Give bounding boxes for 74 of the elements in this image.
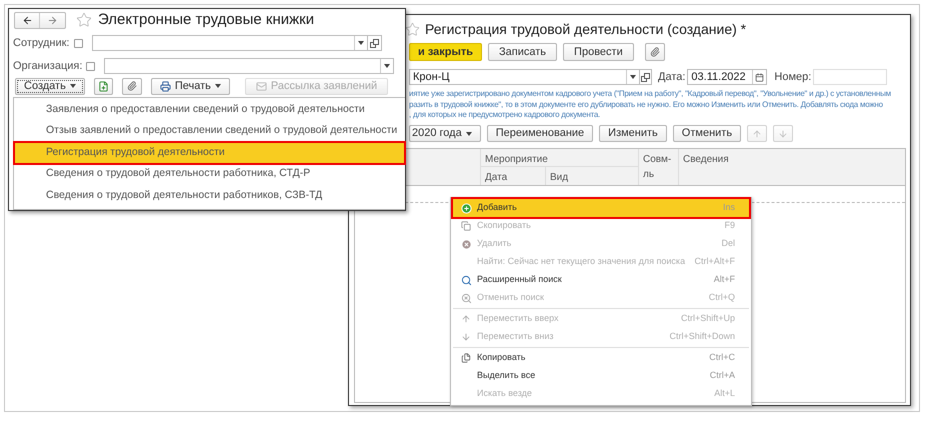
filter-label: Сотрудник: [13,36,70,51]
back-icon [22,14,32,26]
filter-field[interactable] [92,35,368,51]
caret-icon [214,84,221,88]
add-document-icon [98,80,109,92]
toolbar-button[interactable]: Провести [563,43,634,61]
menu-item[interactable]: Отзыв заявлений о предоставлении сведений о трудовой деятельности [14,120,405,142]
envelope-icon [256,80,267,92]
copy-icon [461,221,471,231]
copy-icon [461,353,471,363]
star-icon[interactable] [76,12,92,28]
add-document-button[interactable] [94,78,113,94]
open-icon [641,72,650,82]
menu-item[interactable]: Сведения о трудовой деятельности работников, СЗВ-ТД [14,185,405,206]
caret-icon [70,84,76,88]
add-icon [461,202,472,214]
print-button[interactable]: Печать [150,78,230,94]
table-button[interactable]: Переименование [486,125,594,142]
attach-button[interactable] [122,78,142,94]
caret-icon [358,41,364,45]
date-label: Дата: [658,70,686,85]
attach-button[interactable] [644,43,665,61]
table-button[interactable]: Изменить [599,125,667,142]
cancel-search-icon [461,292,472,304]
star-icon[interactable] [405,22,420,36]
menu-item[interactable]: Добавить Ins [453,199,749,217]
menu-item[interactable]: Расширенный поиск Alt+F [453,271,749,289]
save-close-button[interactable]: и закрыть [409,43,482,61]
organization-value: Крон-Ц [412,70,451,85]
menu-item[interactable]: Выделить все Ctrl+A [453,367,749,385]
arrow-up-icon [752,128,762,138]
paperclip-icon [650,47,660,57]
info-text: иятие уже зарегистрировано документом кадрового учета ("Прием на работу", "Кадровый перевод", "Увольнение" и др.) с установленным [409,89,891,100]
printer-icon [160,80,171,92]
open-button[interactable] [640,69,652,85]
table-button[interactable]: Отменить [672,125,742,142]
organization-field[interactable]: Крон-Ц [409,69,640,85]
open-icon [370,38,378,48]
menu-item[interactable]: Заявления о предоставлении сведений о трудовой деятельности [14,99,405,120]
arrow-down-icon [461,332,471,342]
info-text: разить в трудовой книжке", то в этом документе его дублировать не нужно. Его можно Изменить или Отменить. Добавлять сюда можно [409,100,883,110]
column-header: Мероприятие [481,148,638,166]
period-dropdown[interactable]: 2020 года [409,125,481,142]
menu-item[interactable]: Сведения о трудовой деятельности работника, СТД-Р [14,164,405,185]
delete-icon [461,238,472,250]
filter-checkbox[interactable] [86,62,96,70]
paperclip-icon [126,81,137,91]
caret-icon [466,132,472,136]
window-title: Электронные трудовые книжки [98,10,314,30]
menu-item[interactable]: Копировать Ctrl+C [453,349,749,367]
number-field[interactable] [813,69,888,85]
menu-item[interactable]: Регистрация трудовой деятельности [14,142,405,164]
calendar-icon [755,72,764,82]
window-title: Регистрация трудовой деятельности (создание) * [425,20,746,39]
create-button[interactable]: Создать [15,78,85,94]
column-header: Дата [481,166,546,184]
date-value: 03.11.2022 [690,70,747,85]
caret-icon [630,75,636,79]
filter-field[interactable] [104,58,394,74]
arrow-down-icon [778,128,788,138]
arrow-up-icon [461,314,471,324]
column-header: Сведения [682,152,730,166]
toolbar-button[interactable]: Записать [488,43,558,61]
date-field[interactable]: 03.11.2022 [687,69,768,85]
number-label: Номер: [774,70,812,85]
forward-icon [47,14,58,26]
caret-icon [384,64,390,68]
info-text: , для которых не предусмотрено кадрового документа. [409,110,600,120]
filter-checkbox[interactable] [74,38,82,48]
column-header: Совм-ль [639,148,679,184]
search-icon [461,274,472,286]
column-header: Вид [549,170,570,184]
open-button[interactable] [368,35,382,51]
filter-label: Организация: [13,58,82,74]
